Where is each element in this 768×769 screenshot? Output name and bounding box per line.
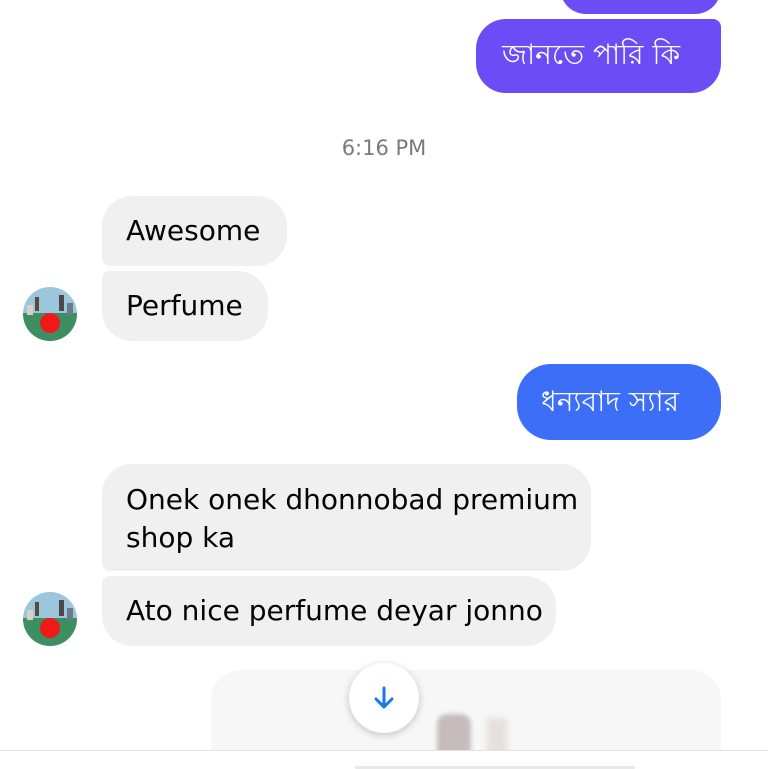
message-text: Perfume (126, 289, 243, 322)
outgoing-message[interactable]: জানতে পারি কি (476, 19, 721, 93)
outgoing-message[interactable]: ধন্যবাদ স্যার (517, 364, 721, 440)
message-text-line: Onek onek dhonnobad premium (126, 483, 579, 516)
message-text: ধন্যবাদ স্যার (541, 385, 679, 418)
incoming-message[interactable]: Onek onek dhonnobad premium shop ka (102, 464, 591, 571)
arrow-down-icon (374, 686, 394, 709)
contact-avatar[interactable] (23, 287, 77, 341)
incoming-message[interactable]: Awesome (102, 196, 287, 266)
incoming-message[interactable]: Perfume (102, 271, 268, 341)
incoming-message[interactable]: Ato nice perfume deyar jonno (102, 576, 556, 646)
messenger-chat-screen: জানতে পারি কি 6:16 PM Awesome Perfume ধন… (0, 0, 768, 769)
message-text-line: shop ka (126, 521, 236, 554)
message-text: জানতে পারি কি (502, 38, 681, 71)
contact-avatar[interactable] (23, 592, 77, 646)
message-text: Awesome (126, 214, 261, 247)
scroll-to-bottom-button[interactable] (349, 663, 419, 733)
previous-message-bubble-clipped[interactable] (560, 0, 721, 14)
avatar-image (23, 592, 77, 646)
message-timestamp: 6:16 PM (341, 136, 427, 160)
avatar-image (23, 287, 77, 341)
message-text: Ato nice perfume deyar jonno (126, 594, 543, 627)
